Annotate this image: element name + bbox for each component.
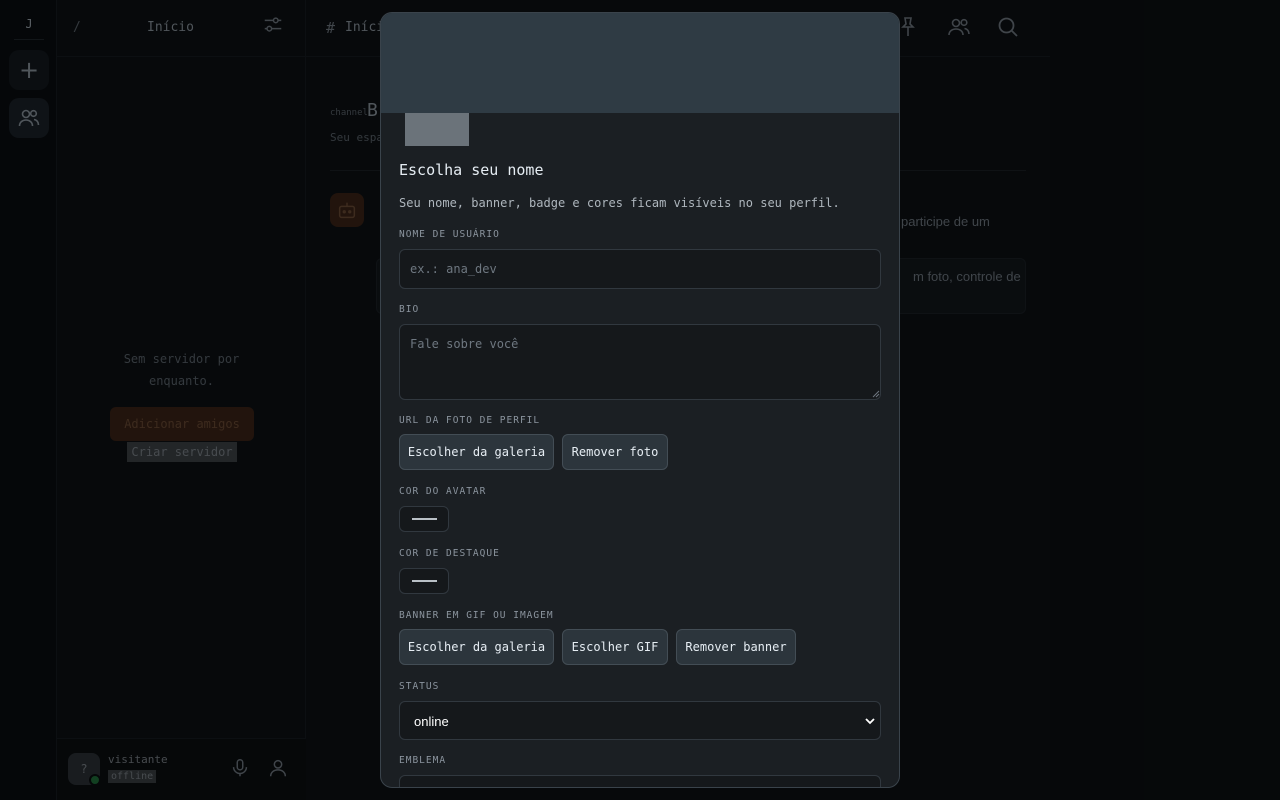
- remove-photo-button[interactable]: Remover foto: [562, 434, 668, 470]
- modal-title: Escolha seu nome: [399, 161, 544, 179]
- choose-gif-button[interactable]: Escolher GIF: [562, 629, 668, 665]
- photo-label: URL DA FOTO DE PERFIL: [399, 415, 541, 426]
- status-value: online: [414, 714, 449, 729]
- banner-gallery-button[interactable]: Escolher da galeria: [399, 629, 554, 665]
- username-label: NOME DE USUÁRIO: [399, 229, 500, 240]
- status-select[interactable]: online: [399, 701, 881, 740]
- remove-banner-button[interactable]: Remover banner: [676, 629, 796, 665]
- accent-color-picker[interactable]: [399, 568, 449, 594]
- accent-color-label: COR DE DESTAQUE: [399, 548, 500, 559]
- photo-gallery-button[interactable]: Escolher da galeria: [399, 434, 554, 470]
- banner-preview: [381, 13, 899, 113]
- color-swatch: [411, 580, 437, 582]
- chevron-down-icon: [865, 718, 875, 725]
- status-label: STATUS: [399, 681, 440, 692]
- bio-textarea[interactable]: [399, 324, 881, 400]
- username-input[interactable]: [399, 249, 881, 289]
- banner-label: BANNER EM GIF OU IMAGEM: [399, 610, 554, 621]
- avatar-color-picker[interactable]: [399, 506, 449, 532]
- emblem-label: EMBLEMA: [399, 755, 447, 766]
- bio-label: BIO: [399, 304, 420, 315]
- emblem-select[interactable]: [399, 775, 881, 787]
- modal-subtitle: Seu nome, banner, badge e cores ficam vi…: [399, 196, 840, 210]
- avatar-preview: [405, 113, 469, 146]
- avatar-color-label: COR DO AVATAR: [399, 486, 487, 497]
- color-swatch: [411, 518, 437, 520]
- resize-grip-icon[interactable]: [872, 390, 880, 398]
- profile-modal: Escolha seu nome Seu nome, banner, badge…: [380, 12, 900, 788]
